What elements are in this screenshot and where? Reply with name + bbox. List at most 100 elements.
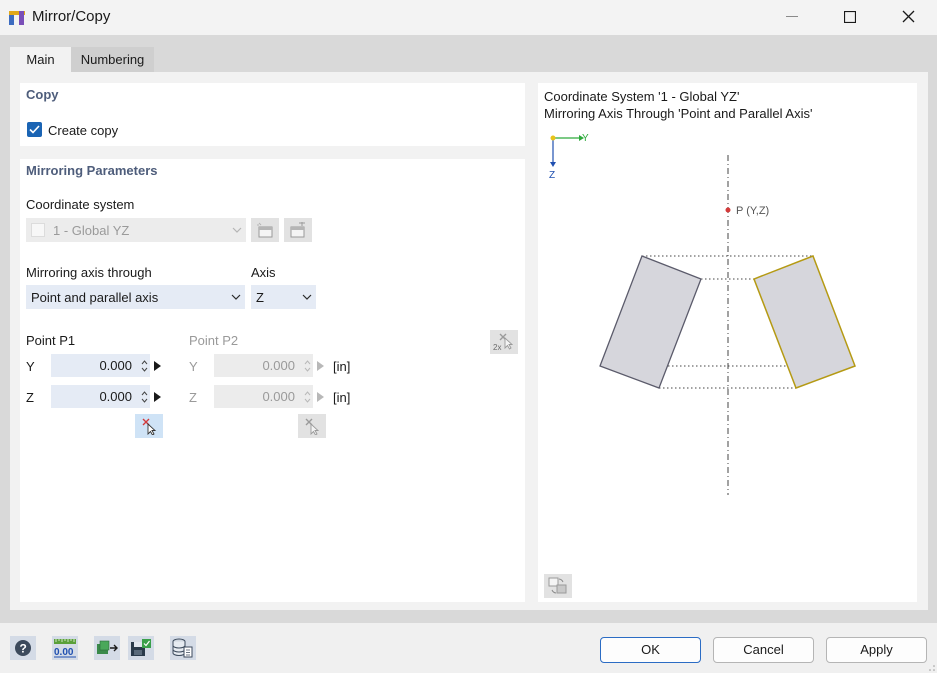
original-member-shape <box>600 256 701 388</box>
export-icon <box>96 639 118 657</box>
coordinate-system-value: 1 - Global YZ <box>53 223 228 238</box>
chevron-down-icon <box>227 285 245 309</box>
tab-main[interactable]: Main <box>10 47 71 72</box>
play-arrow-icon <box>154 392 161 402</box>
units-icon: 0.00 <box>53 638 77 658</box>
y-axis-label: Y <box>582 133 589 144</box>
minimize-icon <box>786 16 798 18</box>
pick-cursor-icon <box>140 417 158 435</box>
new-coordinate-system-icon <box>256 222 274 238</box>
play-arrow-icon <box>154 361 161 371</box>
pick-two-points-label: 2x <box>493 343 501 352</box>
cancel-button[interactable]: Cancel <box>713 637 814 663</box>
export-button[interactable] <box>94 636 120 660</box>
close-button[interactable] <box>879 0 937 33</box>
copy-section-title: Copy <box>26 87 59 102</box>
point-p1-label: Point P1 <box>26 333 75 348</box>
axis-label: Axis <box>251 265 276 280</box>
spinner-arrows-icon[interactable] <box>138 354 150 377</box>
p1-z-input[interactable]: 0.000 <box>51 385 150 408</box>
help-icon: ? <box>14 639 32 657</box>
edit-coordinate-system-button[interactable] <box>284 218 312 242</box>
close-icon <box>902 10 915 23</box>
database-button[interactable] <box>170 636 196 660</box>
p2-z-unit: [in] <box>333 390 350 405</box>
axis-select[interactable]: Z <box>251 285 316 309</box>
p2-z-label: Z <box>189 390 197 405</box>
p1-y-value: 0.000 <box>51 358 138 373</box>
p2-y-value: 0.000 <box>214 358 301 373</box>
database-icon <box>172 638 194 658</box>
preview-view-options-button[interactable] <box>544 574 572 598</box>
point-p-marker <box>726 208 731 213</box>
app-icon <box>8 9 26 27</box>
p2-y-input[interactable]: 0.000 <box>214 354 313 377</box>
mirroring-parameters-title: Mirroring Parameters <box>26 163 158 178</box>
p2-z-value: 0.000 <box>214 389 301 404</box>
title-bar: Mirror/Copy <box>0 0 937 35</box>
p1-y-pick-arrow[interactable] <box>152 354 162 377</box>
mirror-preview-diagram: Y Z P (Y,Z) <box>538 83 917 602</box>
p2-y-unit: [in] <box>333 359 350 374</box>
preview-panel: Coordinate System '1 - Global YZ' Mirror… <box>538 83 917 602</box>
z-axis-arrow-icon <box>550 162 556 167</box>
coordinate-system-label: Coordinate system <box>26 197 134 212</box>
copy-panel: Copy Create copy <box>20 83 525 146</box>
mirroring-axis-label: Mirroring axis through <box>26 265 152 280</box>
create-copy-label: Create copy <box>48 123 118 138</box>
units-button[interactable]: 0.00 <box>52 636 78 660</box>
z-axis-label: Z <box>549 170 555 181</box>
chevron-down-icon <box>298 285 316 309</box>
mirroring-axis-select[interactable]: Point and parallel axis <box>26 285 245 309</box>
resize-grip-icon[interactable] <box>928 664 936 672</box>
pick-cursor-icon <box>303 417 321 435</box>
checkmark-icon <box>29 125 40 134</box>
pick-two-points-icon: 2x <box>492 332 516 352</box>
p2-y-pick-arrow[interactable] <box>315 354 325 377</box>
coordinate-system-swatch-icon <box>31 223 45 237</box>
maximize-icon <box>844 11 856 23</box>
point-p2-label: Point P2 <box>189 333 238 348</box>
mirroring-parameters-panel: Mirroring Parameters Coordinate system 1… <box>20 159 525 602</box>
point-p-label: P (Y,Z) <box>736 205 769 217</box>
p2-z-pick-arrow[interactable] <box>315 385 325 408</box>
maximize-button[interactable] <box>821 0 879 33</box>
mirrored-copy-shape <box>754 256 855 388</box>
p1-z-pick-arrow[interactable] <box>152 385 162 408</box>
apply-button[interactable]: Apply <box>826 637 927 663</box>
dialog-body: Main Numbering Copy Create copy Mirrorin… <box>0 35 937 623</box>
p2-y-label: Y <box>189 359 198 374</box>
tab-numbering[interactable]: Numbering <box>71 47 154 72</box>
preview-view-icon <box>548 577 568 595</box>
chevron-down-icon <box>228 218 246 242</box>
origin-marker <box>551 136 556 141</box>
pick-two-points-button[interactable]: 2x <box>490 330 518 354</box>
p1-y-input[interactable]: 0.000 <box>51 354 150 377</box>
new-coordinate-system-button[interactable] <box>251 218 279 242</box>
pick-point-p1-button[interactable] <box>135 414 163 438</box>
create-copy-checkbox[interactable] <box>27 122 42 137</box>
units-text: 0.00 <box>54 647 74 658</box>
ok-button[interactable]: OK <box>600 637 701 663</box>
play-arrow-icon <box>317 392 324 402</box>
minimize-button[interactable] <box>763 0 821 33</box>
svg-text:?: ? <box>20 642 27 656</box>
p1-z-value: 0.000 <box>51 389 138 404</box>
spinner-arrows-icon[interactable] <box>301 354 313 377</box>
coordinate-system-select[interactable]: 1 - Global YZ <box>26 218 246 242</box>
pick-point-p2-button[interactable] <box>298 414 326 438</box>
p1-y-label: Y <box>26 359 35 374</box>
save-settings-icon <box>130 638 152 658</box>
help-button[interactable]: ? <box>10 636 36 660</box>
axis-value: Z <box>256 290 298 305</box>
mirroring-axis-value: Point and parallel axis <box>31 290 227 305</box>
spinner-arrows-icon[interactable] <box>301 385 313 408</box>
p1-z-label: Z <box>26 390 34 405</box>
bottom-bar: ? 0.00 <box>0 623 937 673</box>
spinner-arrows-icon[interactable] <box>138 385 150 408</box>
play-arrow-icon <box>317 361 324 371</box>
tab-content-main: Copy Create copy Mirroring Parameters Co… <box>10 72 928 610</box>
edit-coordinate-system-icon <box>289 222 307 238</box>
p2-z-input[interactable]: 0.000 <box>214 385 313 408</box>
save-settings-button[interactable] <box>128 636 154 660</box>
